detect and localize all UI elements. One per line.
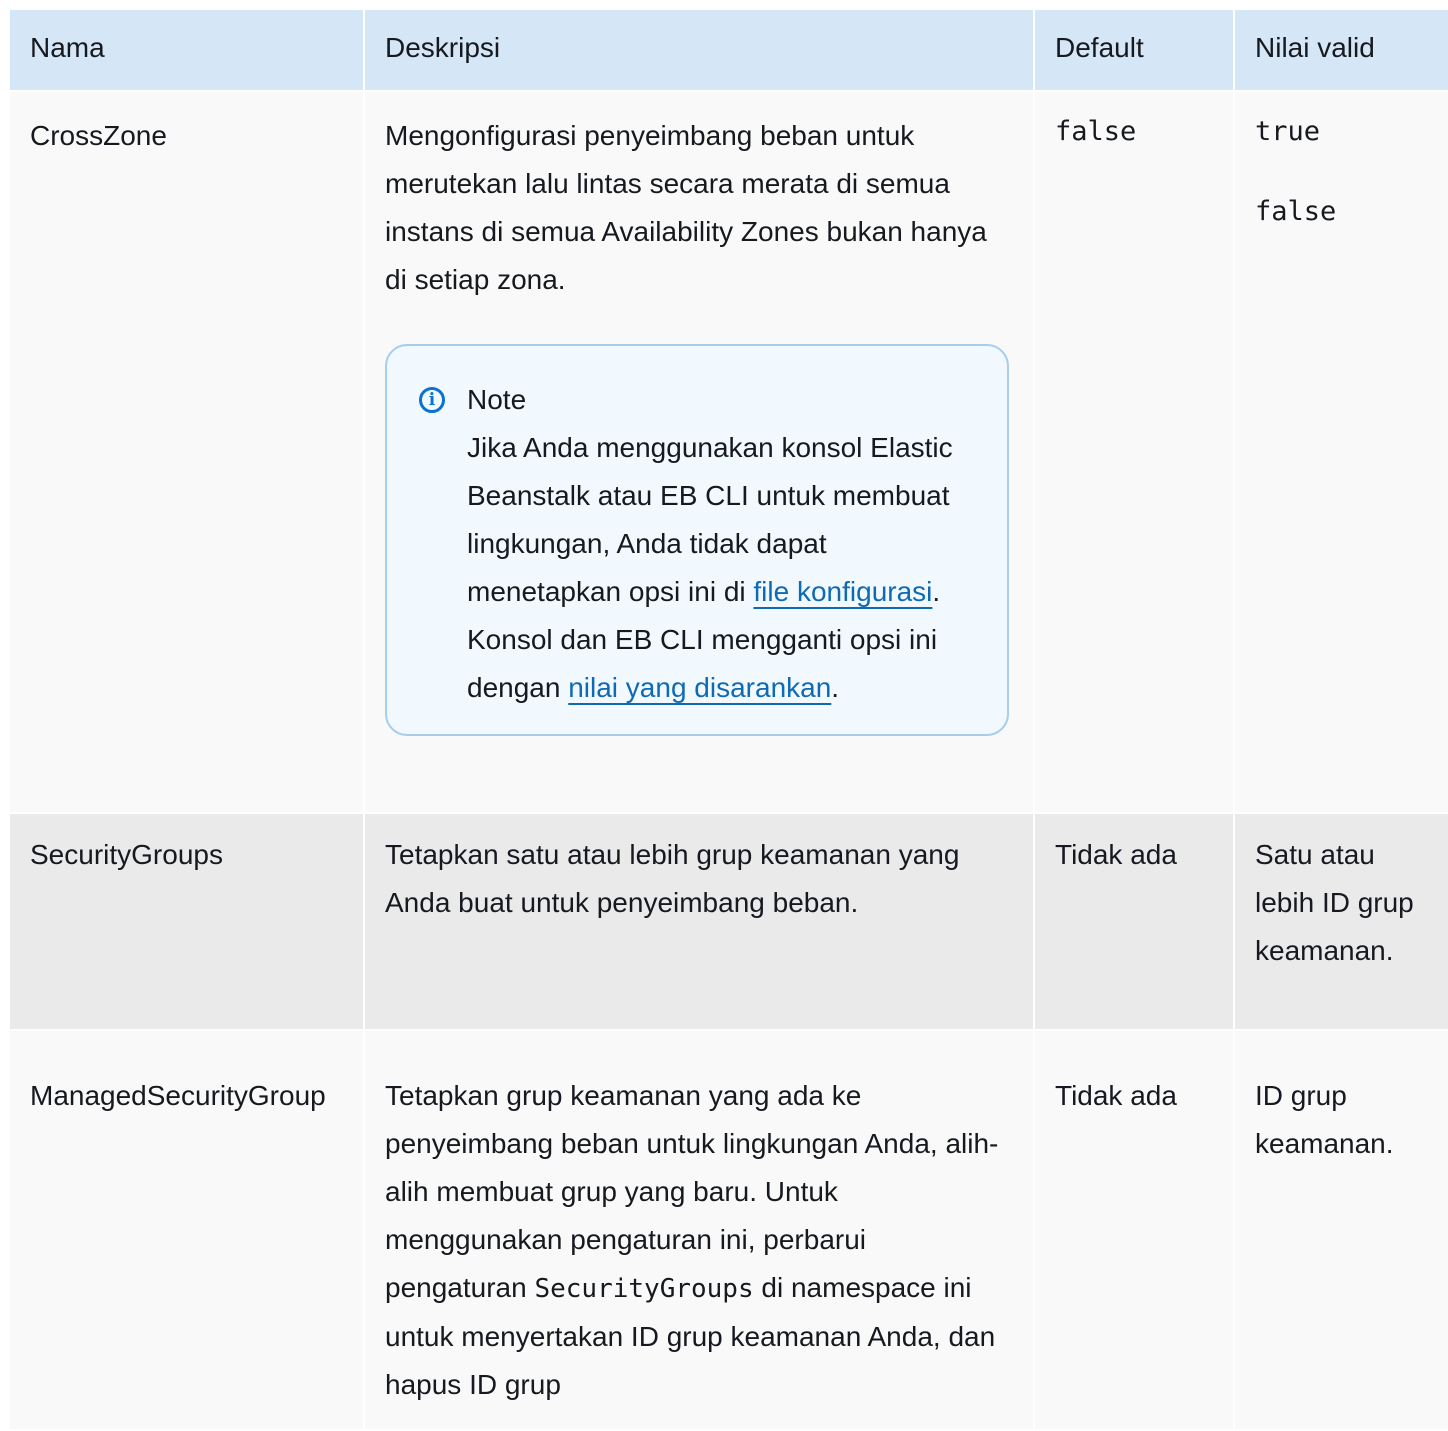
- options-table-container: Nama Deskripsi Default Nilai valid Cross…: [8, 8, 1448, 1431]
- table-row: ManagedSecurityGroup Tetapkan grup keama…: [8, 1029, 1448, 1431]
- option-valid-values: Satu atau lebih ID grup keamanan.: [1233, 812, 1448, 1031]
- option-description-text: Mengonfigurasi penyeimbang beban untuk m…: [385, 120, 987, 295]
- table-row: SecurityGroups Tetapkan satu atau lebih …: [8, 812, 1448, 1031]
- header-description: Deskripsi: [363, 8, 1035, 92]
- default-value-text: Tidak ada: [1055, 839, 1177, 870]
- option-default: Tidak ada: [1033, 1029, 1235, 1431]
- option-name-text: ManagedSecurityGroup: [30, 1080, 326, 1111]
- option-description-text: Tetapkan grup keamanan yang ada ke penye…: [385, 1080, 999, 1303]
- valid-values-list: true false: [1255, 112, 1428, 232]
- note-text: .: [831, 672, 840, 703]
- option-description-text: Tetapkan satu atau lebih grup keamanan y…: [385, 839, 960, 918]
- note-body: Jika Anda menggunakan konsol Elastic Bea…: [467, 424, 967, 712]
- valid-values-text: ID grup keamanan.: [1255, 1080, 1394, 1159]
- note-title: Note: [467, 384, 527, 415]
- option-description: Tetapkan grup keamanan yang ada ke penye…: [363, 1029, 1035, 1431]
- info-icon: i: [419, 387, 445, 413]
- option-default: false: [1033, 90, 1235, 814]
- option-name-text: CrossZone: [30, 120, 167, 151]
- option-valid-values: ID grup keamanan.: [1233, 1029, 1448, 1431]
- options-table: Nama Deskripsi Default Nilai valid Cross…: [8, 8, 1448, 1431]
- default-value-text: Tidak ada: [1055, 1080, 1177, 1111]
- table-row: CrossZone Mengonfigurasi penyeimbang beb…: [8, 90, 1448, 814]
- option-name: ManagedSecurityGroup: [8, 1029, 365, 1431]
- config-file-link[interactable]: file konfigurasi: [753, 576, 932, 607]
- valid-value-code: false: [1255, 196, 1337, 227]
- valid-values-text: Satu atau lebih ID grup keamanan.: [1255, 839, 1414, 966]
- option-name-text: SecurityGroups: [30, 839, 223, 870]
- default-value-code: false: [1055, 116, 1137, 147]
- option-description: Tetapkan satu atau lebih grup keamanan y…: [363, 812, 1035, 1031]
- note-callout: i Note Jika Anda menggunakan konsol Elas…: [385, 344, 1009, 736]
- note-header: i Note: [419, 376, 967, 424]
- option-valid-values: true false: [1233, 90, 1448, 814]
- table-header-row: Nama Deskripsi Default Nilai valid: [8, 8, 1448, 92]
- recommended-values-link[interactable]: nilai yang disarankan: [568, 672, 831, 703]
- option-default: Tidak ada: [1033, 812, 1235, 1031]
- header-valid-values: Nilai valid: [1233, 8, 1448, 92]
- header-default: Default: [1033, 8, 1235, 92]
- security-groups-code: SecurityGroups: [534, 1274, 754, 1304]
- option-description: Mengonfigurasi penyeimbang beban untuk m…: [363, 90, 1035, 814]
- header-name: Nama: [8, 8, 365, 92]
- option-name: CrossZone: [8, 90, 365, 814]
- option-name: SecurityGroups: [8, 812, 365, 1031]
- valid-value-code: true: [1255, 116, 1321, 147]
